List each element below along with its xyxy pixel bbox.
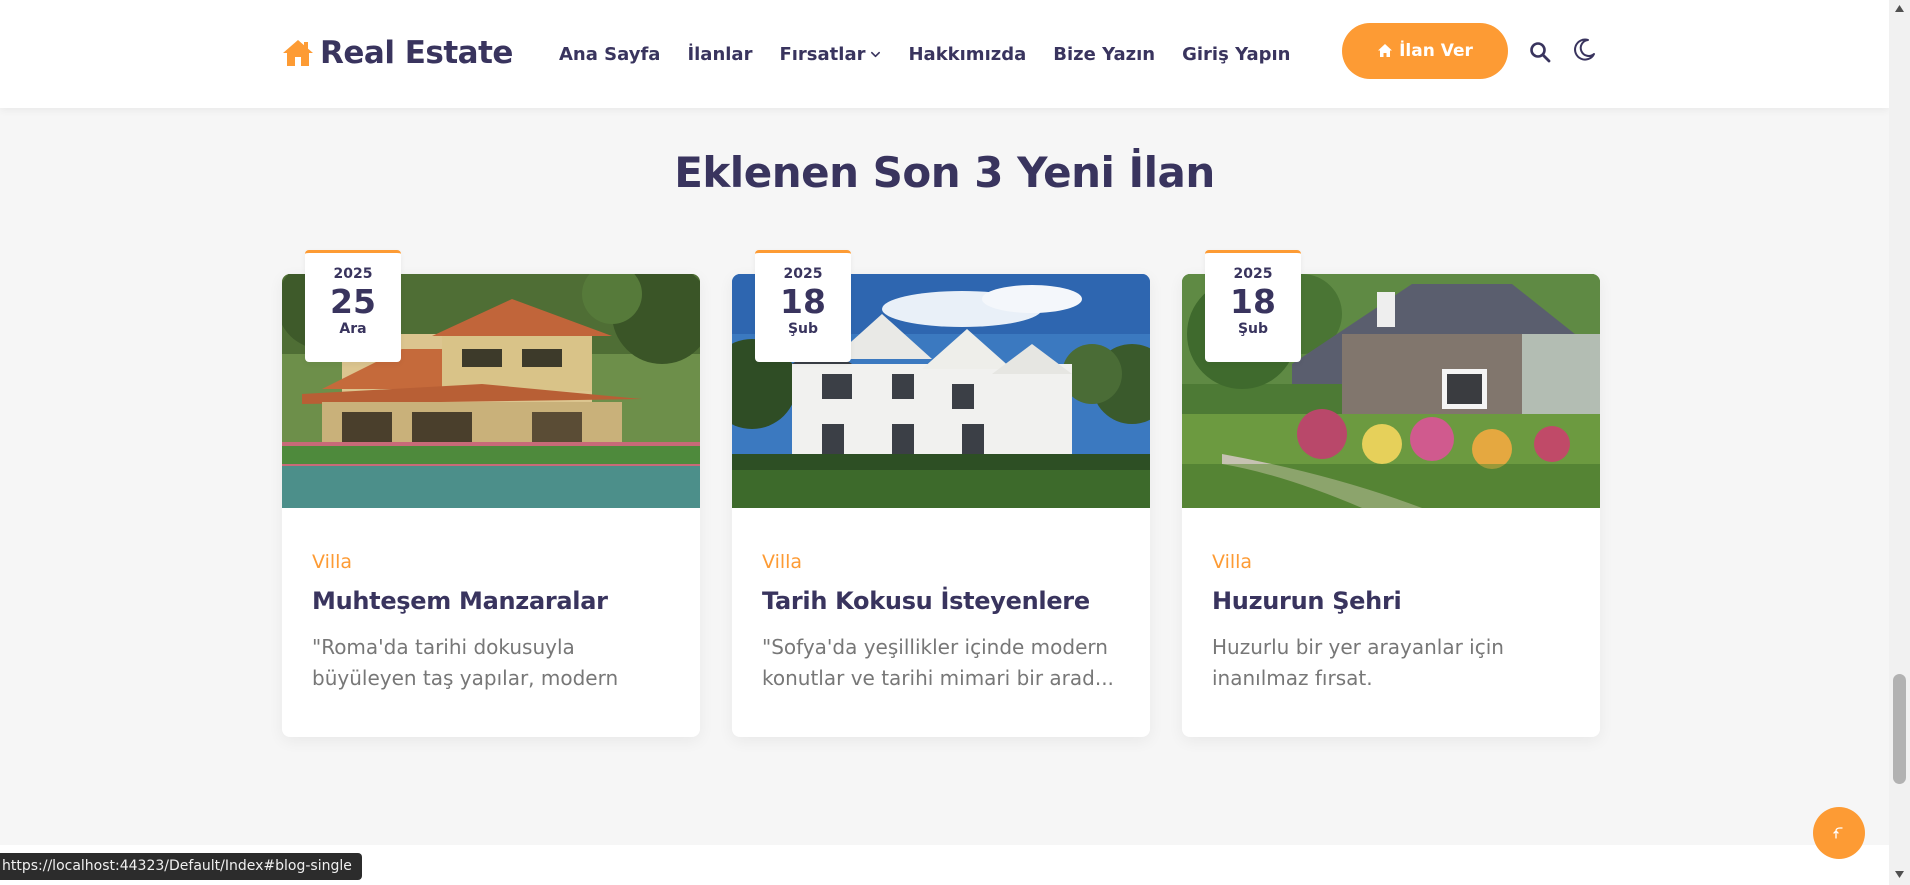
section-title: Eklenen Son 3 Yeni İlan (674, 148, 1215, 197)
house-icon (1378, 44, 1393, 57)
listing-card[interactable]: 2025 18 Şub Villa Huzurun Şehri Huzurlu … (1182, 250, 1600, 737)
search-icon[interactable] (1528, 40, 1552, 64)
listing-card[interactable]: 2025 18 Şub Villa Tarih Kokusu İsteyenle… (732, 250, 1150, 737)
listing-description: "Roma'da tarihi dokusuyla büyüleyen taş … (312, 635, 619, 690)
card-body: Villa Muhteşem Manzaralar "Roma'da tarih… (282, 551, 700, 694)
scroll-up-arrow-icon[interactable] (1894, 4, 1905, 13)
house-icon (283, 40, 313, 66)
date-day: 25 (330, 282, 376, 321)
arrow-up-icon (1833, 827, 1843, 839)
listing-title[interactable]: Tarih Kokusu İsteyenlere (762, 587, 1120, 615)
date-year: 2025 (783, 266, 823, 282)
date-badge: 2025 18 Şub (755, 250, 851, 362)
scroll-down-arrow-icon[interactable] (1894, 870, 1905, 879)
post-listing-button[interactable]: İlan Ver (1342, 23, 1508, 79)
card-body: Villa Tarih Kokusu İsteyenlere "Sofya'da… (732, 551, 1150, 694)
listing-category[interactable]: Villa (312, 551, 670, 573)
date-day: 18 (1230, 282, 1276, 321)
chevron-down-icon (871, 51, 881, 58)
listing-category[interactable]: Villa (762, 551, 1120, 573)
top-navbar: Real Estate Ana Sayfa İlanlar Fırsatlar … (0, 0, 1889, 108)
date-year: 2025 (333, 266, 373, 282)
nav-item-opportunities-label: Fırsatlar (779, 44, 866, 65)
nav-item-login[interactable]: Giriş Yapın (1182, 44, 1290, 65)
back-to-top-button[interactable] (1813, 807, 1865, 859)
nav-item-listings[interactable]: İlanlar (687, 44, 752, 65)
nav-item-home[interactable]: Ana Sayfa (559, 44, 660, 65)
listing-description: Huzurlu bir yer arayanlar için inanılmaz… (1212, 635, 1504, 690)
logo-text: Real Estate (320, 35, 513, 71)
link-status-bar: https://localhost:44323/Default/Index#bl… (0, 853, 362, 880)
post-listing-label: İlan Ver (1399, 41, 1473, 61)
listing-title[interactable]: Huzurun Şehri (1212, 587, 1570, 615)
nav-item-about[interactable]: Hakkımızda (908, 44, 1026, 65)
date-month: Şub (1237, 321, 1269, 337)
date-month: Ara (339, 321, 367, 337)
nav-item-opportunities[interactable]: Fırsatlar (779, 44, 881, 65)
date-month: Şub (787, 321, 819, 337)
date-day: 18 (780, 282, 826, 321)
site-logo[interactable]: Real Estate (282, 35, 513, 71)
nav-item-contact[interactable]: Bize Yazın (1053, 44, 1155, 65)
listing-title[interactable]: Muhteşem Manzaralar (312, 587, 670, 615)
listing-card[interactable]: 2025 25 Ara Villa Muhteşem Manzaralar "R… (282, 250, 700, 737)
main-nav: Ana Sayfa İlanlar Fırsatlar Hakkımızda B… (559, 44, 1290, 65)
listing-description: "Sofya'da yeşillikler içinde modern konu… (762, 635, 1114, 690)
listing-category[interactable]: Villa (1212, 551, 1570, 573)
date-badge: 2025 18 Şub (1205, 250, 1301, 362)
date-year: 2025 (1233, 266, 1273, 282)
date-badge: 2025 25 Ara (305, 250, 401, 362)
card-body: Villa Huzurun Şehri Huzurlu bir yer aray… (1182, 551, 1600, 694)
scrollbar-thumb[interactable] (1893, 674, 1906, 784)
moon-icon[interactable] (1571, 37, 1597, 63)
